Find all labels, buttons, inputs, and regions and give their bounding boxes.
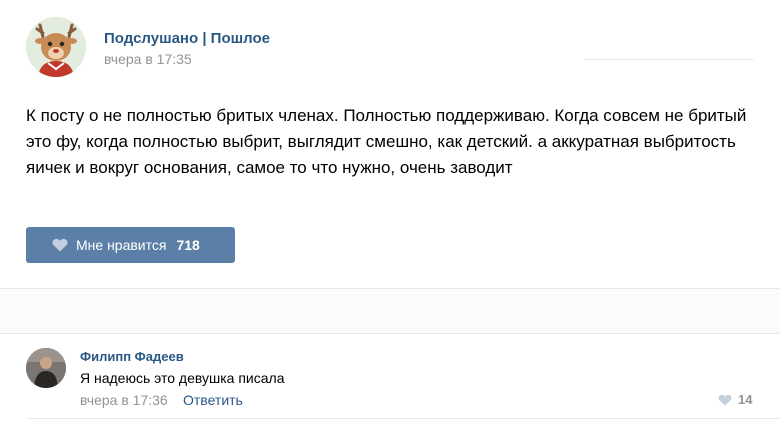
deer-avatar-icon: [26, 17, 86, 77]
header-divider: [584, 59, 754, 60]
post-text: К посту о не полностью бритых членах. По…: [26, 106, 747, 177]
comment-like-button[interactable]: 14: [718, 392, 752, 407]
comment-timestamp[interactable]: вчера в 17:36: [80, 392, 168, 408]
like-count: 718: [176, 237, 200, 253]
heart-icon: [52, 238, 68, 252]
community-avatar[interactable]: [26, 17, 86, 77]
section-gap: [0, 289, 780, 333]
divider: [0, 333, 780, 334]
post-timestamp[interactable]: вчера в 17:35: [104, 51, 192, 67]
like-button[interactable]: Мне нравится 718: [26, 227, 235, 263]
heart-icon: [718, 394, 732, 406]
post-author-link[interactable]: Подслушано | Пошлое: [104, 30, 270, 47]
like-label: Мне нравится: [76, 237, 167, 253]
person-photo-icon: [26, 348, 66, 388]
reply-link[interactable]: Ответить: [183, 392, 243, 408]
divider: [26, 418, 780, 419]
commenter-avatar[interactable]: [26, 348, 66, 388]
comment-like-count: 14: [738, 392, 753, 407]
post-header: Подслушано | Пошлое вчера в 17:35: [26, 17, 766, 79]
comment-author-link[interactable]: Филипп Фадеев: [80, 349, 184, 364]
comment-text: Я надеюсь это девушка писала: [80, 370, 285, 386]
